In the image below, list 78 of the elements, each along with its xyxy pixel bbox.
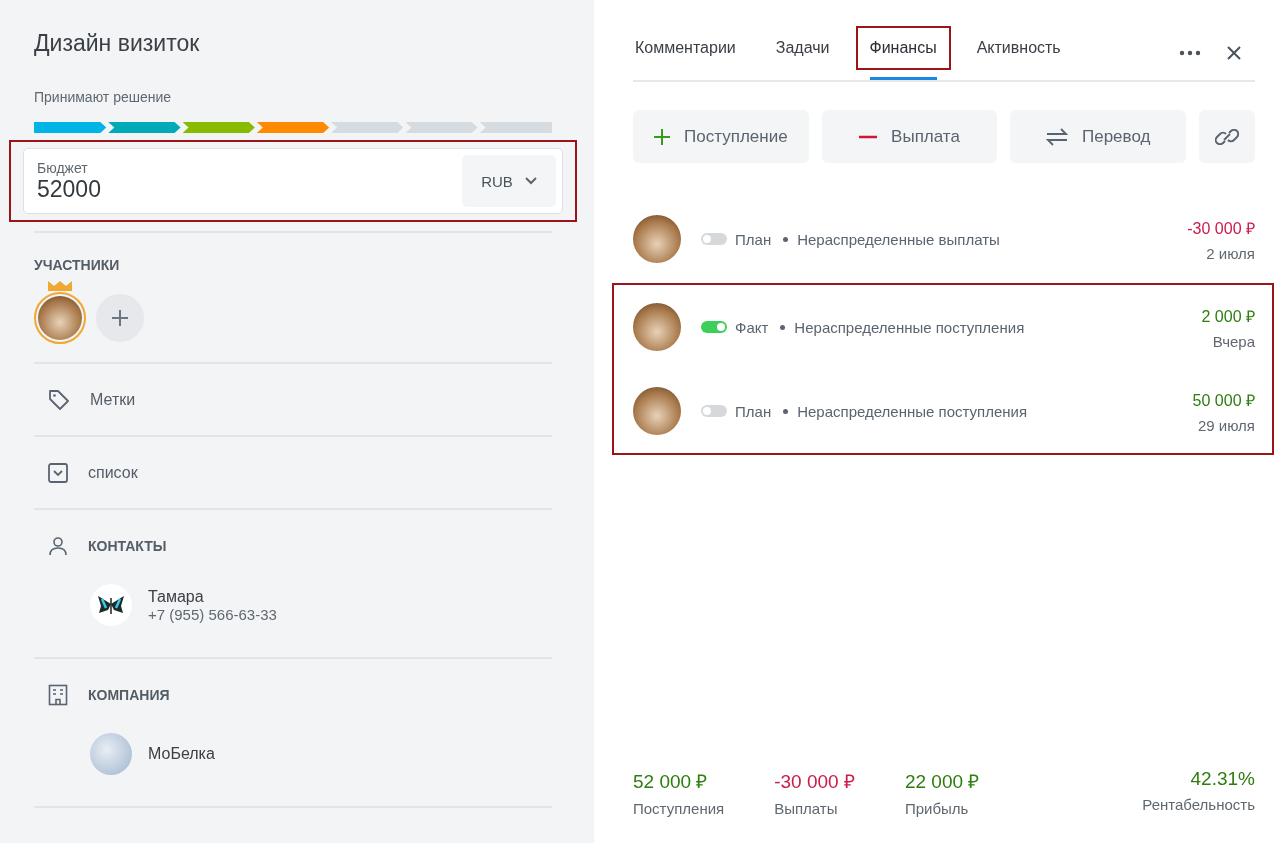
operation-amount: -30 000 ₽ — [1187, 218, 1255, 239]
separator-dot-icon — [783, 236, 789, 242]
action-button[interactable]: Поступление — [633, 110, 809, 163]
operation-category: Нераспределенные выплаты — [797, 230, 1000, 248]
participants-heading: УЧАСТНИКИ — [34, 257, 121, 273]
link-button[interactable] — [1199, 110, 1255, 163]
toggle-switch[interactable] — [701, 321, 727, 333]
budget-field[interactable]: Бюджет 52000 RUB — [23, 148, 563, 214]
dropdown-box-icon — [48, 462, 68, 483]
operation-date: 2 июля — [1206, 244, 1255, 262]
pipeline-stage[interactable] — [108, 122, 181, 133]
operation-date: Вчера — [1212, 332, 1255, 350]
operation-date: 29 июля — [1197, 416, 1255, 434]
pipeline-stage[interactable] — [256, 122, 330, 133]
tag-icon — [48, 388, 70, 411]
toggle-switch[interactable] — [701, 405, 727, 417]
pipeline-stage[interactable] — [479, 122, 552, 133]
chevron-down-icon — [524, 177, 537, 185]
operation-row[interactable]: Факт Нераспределенные поступления 2 000 ₽ Вчера — [633, 285, 1255, 369]
photo-placeholder — [633, 215, 681, 263]
currency-dropdown[interactable]: RUB — [462, 155, 556, 207]
operation-row[interactable]: План Нераспределенные поступления 50 000 ₽ 29 июля — [633, 369, 1255, 453]
summary-value: 52 000 ₽ — [633, 770, 709, 794]
pipeline-stage[interactable] — [331, 122, 404, 133]
tags-label[interactable]: Метки — [90, 390, 136, 409]
budget-label: Бюджет — [37, 159, 89, 176]
transfer-arrows-icon — [1045, 125, 1068, 148]
operation-row[interactable]: План Нераспределенные выплаты -30 000 ₽ 2 июля — [633, 197, 1255, 281]
summary-label: Выплаты — [774, 800, 839, 817]
photo-placeholder — [633, 303, 681, 351]
operation-amount: 50 000 ₽ — [1192, 390, 1255, 411]
contact-phone: +7 (955) 566-63-33 — [148, 605, 277, 623]
action-button[interactable]: Выплата — [821, 110, 998, 163]
toggle-switch[interactable] — [701, 233, 727, 245]
separator-dot-icon — [780, 324, 786, 330]
contacts-heading: КОНТАКТЫ — [88, 537, 167, 554]
summary-label: Прибыль — [904, 800, 970, 817]
pipeline-stage[interactable] — [182, 122, 255, 133]
photo-placeholder — [90, 733, 132, 775]
deal-title: Дизайн визиток — [34, 30, 201, 57]
company-heading: КОМПАНИЯ — [88, 686, 170, 703]
operation-category: Нераспределенные поступления — [794, 318, 1025, 336]
operation-status: План — [735, 230, 772, 248]
summary-value: -30 000 ₽ — [774, 770, 855, 794]
operation-status: План — [735, 402, 772, 420]
more-icon[interactable] — [1179, 50, 1201, 56]
stage-label: Принимают решение — [34, 89, 173, 105]
separator-dot-icon — [783, 408, 789, 414]
contact-name[interactable]: Тамара — [148, 587, 277, 606]
crown-icon — [48, 281, 72, 291]
tab[interactable]: Комментарии — [633, 26, 750, 70]
plus-icon — [111, 309, 129, 327]
summary-label: Поступления — [633, 800, 725, 817]
link-icon — [1215, 128, 1239, 145]
close-icon[interactable] — [1227, 46, 1241, 60]
pipeline-stage[interactable] — [34, 122, 107, 133]
person-icon — [48, 535, 68, 556]
minus-icon — [859, 134, 878, 139]
plus-icon — [654, 128, 671, 145]
participant-avatar[interactable] — [34, 292, 86, 344]
pipeline-stage[interactable] — [405, 122, 478, 133]
butterfly-avatar[interactable] — [90, 584, 132, 626]
summary-value: 22 000 ₽ — [904, 770, 980, 794]
operation-status: Факт — [735, 318, 769, 336]
budget-value: 52000 — [37, 175, 102, 203]
operation-amount: 2 000 ₽ — [1201, 306, 1255, 327]
building-icon — [48, 683, 68, 706]
summary-value: 42.31% — [1190, 768, 1255, 790]
summary-label: Рентабельность — [1142, 796, 1255, 813]
tab[interactable]: Задачи — [761, 26, 844, 70]
add-participant-button[interactable] — [96, 294, 144, 342]
tab[interactable]: Финансы — [855, 26, 951, 70]
operation-category: Нераспределенные поступления — [797, 402, 1028, 420]
tab[interactable]: Активность — [962, 26, 1075, 70]
list-label[interactable]: список — [88, 463, 138, 482]
action-button[interactable]: Перевод — [1010, 110, 1186, 163]
company-name[interactable]: МоБелка — [148, 745, 215, 763]
photo-placeholder — [633, 387, 681, 435]
